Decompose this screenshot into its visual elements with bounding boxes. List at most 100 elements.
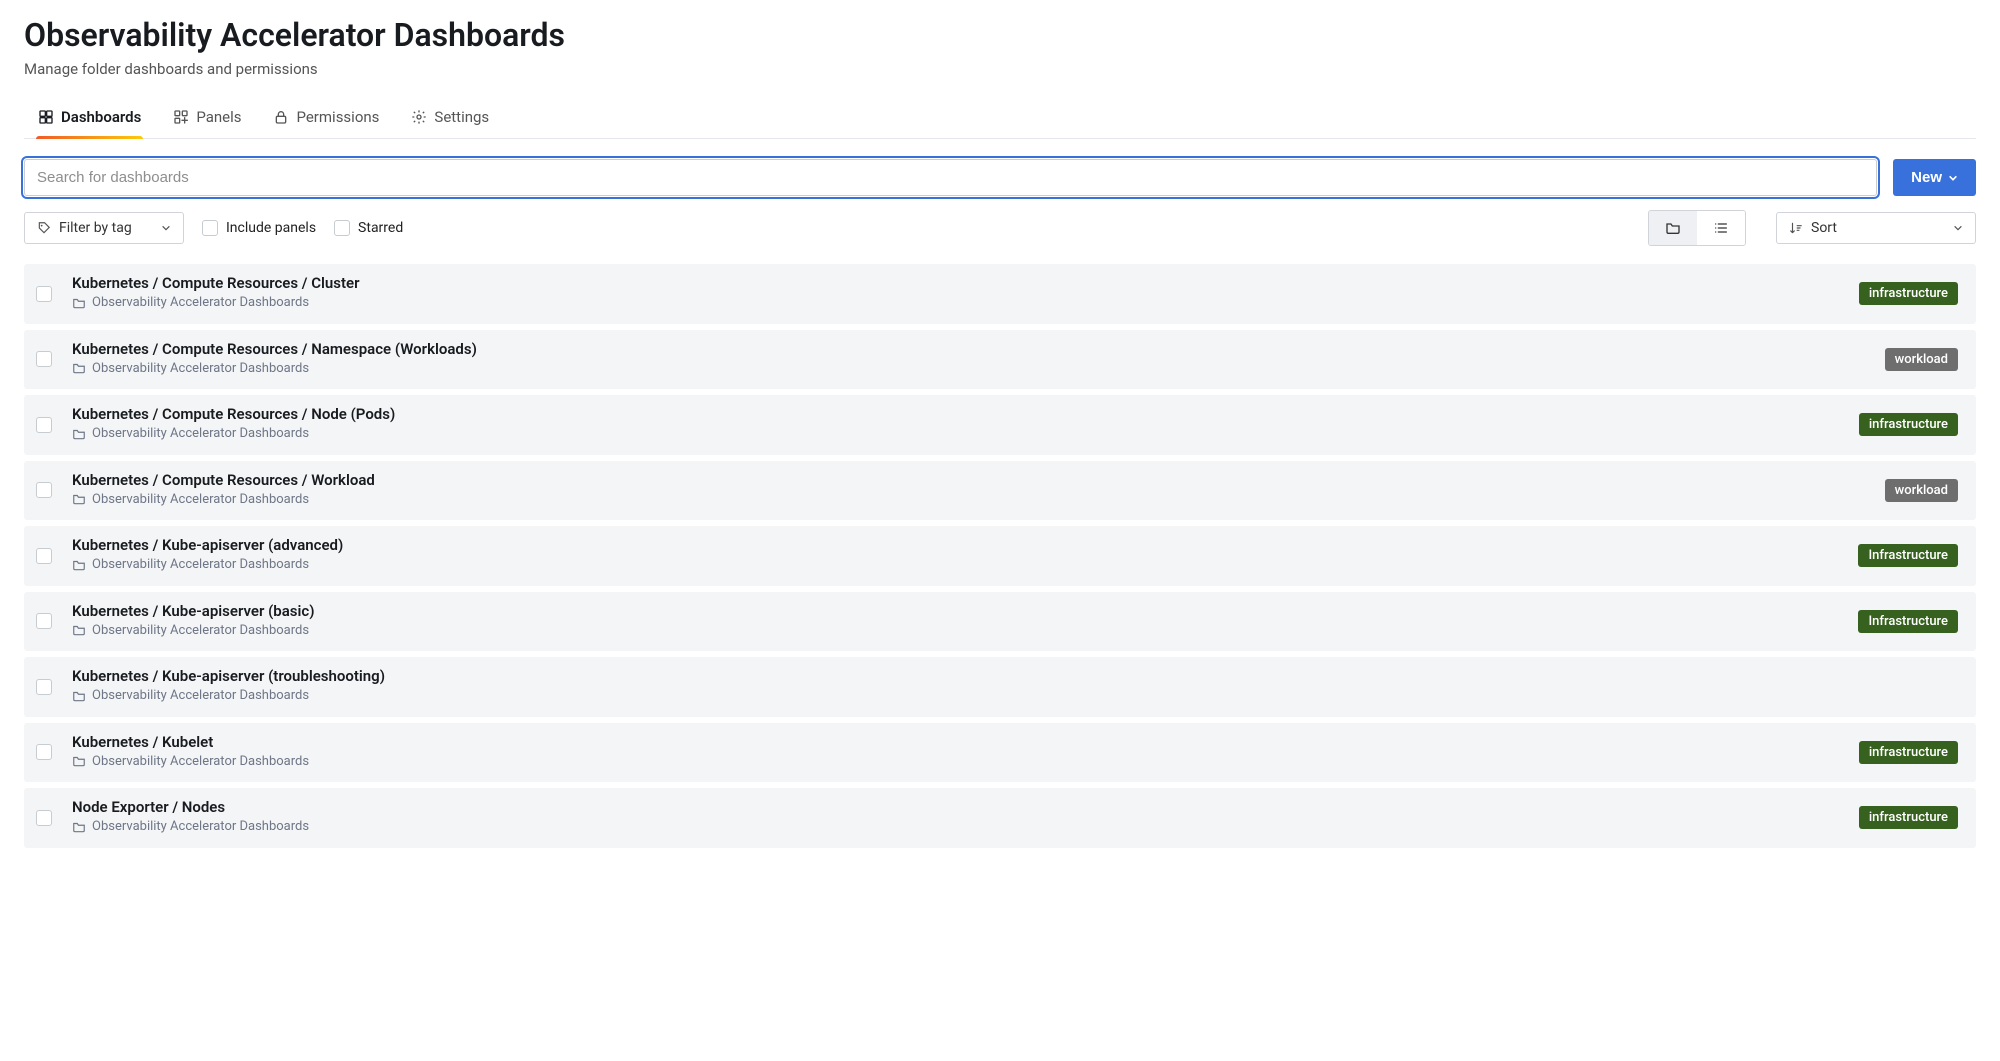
list-icon: [1713, 220, 1729, 236]
row-tags: infrastructure: [1859, 806, 1958, 829]
folder-icon: [72, 623, 86, 637]
dashboard-row[interactable]: Node Exporter / Nodes Observability Accel…: [24, 788, 1976, 848]
checkbox-icon: [202, 220, 218, 236]
folder-name: Observability Accelerator Dashboards: [92, 361, 309, 376]
chevron-down-icon: [1953, 223, 1963, 233]
dashboard-row[interactable]: Kubernetes / Compute Resources / Cluster…: [24, 264, 1976, 324]
row-tags: infrastructure: [1859, 741, 1958, 764]
dashboard-folder[interactable]: Observability Accelerator Dashboards: [72, 361, 309, 376]
tab-label: Panels: [196, 108, 241, 126]
dashboard-row[interactable]: Kubernetes / Kube-apiserver (basic) Obser…: [24, 592, 1976, 652]
row-tags: infrastructure: [1859, 413, 1958, 436]
folder-icon: [72, 754, 86, 768]
row-main: Kubernetes / Kubelet Observability Accele…: [72, 733, 1845, 773]
folder-icon: [72, 492, 86, 506]
dashboard-folder[interactable]: Observability Accelerator Dashboards: [72, 754, 309, 769]
dashboard-row[interactable]: Kubernetes / Kube-apiserver (advanced) Ob…: [24, 526, 1976, 586]
filter-by-tag-dropdown[interactable]: Filter by tag: [24, 212, 184, 244]
search-input[interactable]: [24, 159, 1877, 196]
folder-icon: [72, 361, 86, 375]
folder-icon: [72, 689, 86, 703]
tag-infrastructure[interactable]: infrastructure: [1859, 806, 1958, 829]
dashboard-folder[interactable]: Observability Accelerator Dashboards: [72, 295, 309, 310]
dashboard-title[interactable]: Kubernetes / Kube-apiserver (advanced): [72, 536, 1844, 554]
folder-icon: [72, 558, 86, 572]
folder-name: Observability Accelerator Dashboards: [92, 492, 309, 507]
row-main: Kubernetes / Compute Resources / Workloa…: [72, 471, 1871, 511]
tab-panels[interactable]: Panels: [171, 98, 243, 138]
dashboard-folder[interactable]: Observability Accelerator Dashboards: [72, 623, 309, 638]
dashboard-title[interactable]: Kubernetes / Compute Resources / Namespa…: [72, 340, 1871, 358]
dashboard-folder[interactable]: Observability Accelerator Dashboards: [72, 557, 309, 572]
dashboard-folder[interactable]: Observability Accelerator Dashboards: [72, 426, 309, 441]
dashboard-folder[interactable]: Observability Accelerator Dashboards: [72, 819, 309, 834]
dashboard-folder[interactable]: Observability Accelerator Dashboards: [72, 688, 309, 703]
dashboard-title[interactable]: Kubernetes / Compute Resources / Workloa…: [72, 471, 1871, 489]
row-tags: Infrastructure: [1858, 544, 1958, 567]
row-main: Kubernetes / Kube-apiserver (basic) Obser…: [72, 602, 1844, 642]
dashboard-folder[interactable]: Observability Accelerator Dashboards: [72, 492, 309, 507]
starred-checkbox[interactable]: Starred: [334, 220, 403, 236]
row-checkbox[interactable]: [36, 613, 52, 629]
view-folders-button[interactable]: [1649, 211, 1697, 245]
row-tags: workload: [1885, 348, 1958, 371]
starred-label: Starred: [358, 220, 403, 236]
dashboard-title[interactable]: Kubernetes / Compute Resources / Node (P…: [72, 405, 1845, 423]
folder-name: Observability Accelerator Dashboards: [92, 623, 309, 638]
tag-infrastructure[interactable]: Infrastructure: [1858, 610, 1958, 633]
include-panels-checkbox[interactable]: Include panels: [202, 220, 316, 236]
row-main: Kubernetes / Kube-apiserver (troubleshoo…: [72, 667, 1944, 707]
dashboard-title[interactable]: Kubernetes / Compute Resources / Cluster: [72, 274, 1845, 292]
row-tags: Infrastructure: [1858, 610, 1958, 633]
page-title: Observability Accelerator Dashboards: [24, 16, 1976, 54]
row-checkbox[interactable]: [36, 548, 52, 564]
folder-icon: [1665, 220, 1681, 236]
filter-by-tag-label: Filter by tag: [59, 220, 153, 236]
tab-settings[interactable]: Settings: [409, 98, 491, 138]
tab-label: Dashboards: [61, 108, 141, 126]
checkbox-icon: [334, 220, 350, 236]
tag-workload[interactable]: workload: [1885, 348, 1958, 371]
folder-name: Observability Accelerator Dashboards: [92, 426, 309, 441]
tag-infrastructure[interactable]: infrastructure: [1859, 282, 1958, 305]
folder-name: Observability Accelerator Dashboards: [92, 819, 309, 834]
dashboard-title[interactable]: Node Exporter / Nodes: [72, 798, 1845, 816]
row-checkbox[interactable]: [36, 482, 52, 498]
tag-infrastructure[interactable]: infrastructure: [1859, 413, 1958, 436]
row-tags: workload: [1885, 479, 1958, 502]
row-checkbox[interactable]: [36, 286, 52, 302]
row-main: Kubernetes / Compute Resources / Node (P…: [72, 405, 1845, 445]
row-checkbox[interactable]: [36, 810, 52, 826]
sort-dropdown[interactable]: Sort: [1776, 212, 1976, 244]
panels-icon: [173, 109, 189, 125]
dashboard-row[interactable]: Kubernetes / Kubelet Observability Accele…: [24, 723, 1976, 783]
lock-icon: [273, 109, 289, 125]
tag-infrastructure[interactable]: infrastructure: [1859, 741, 1958, 764]
row-main: Kubernetes / Compute Resources / Cluster…: [72, 274, 1845, 314]
dashboard-title[interactable]: Kubernetes / Kube-apiserver (basic): [72, 602, 1844, 620]
tag-workload[interactable]: workload: [1885, 479, 1958, 502]
dashboard-title[interactable]: Kubernetes / Kubelet: [72, 733, 1845, 751]
tab-permissions[interactable]: Permissions: [271, 98, 381, 138]
dashboard-row[interactable]: Kubernetes / Kube-apiserver (troubleshoo…: [24, 657, 1976, 717]
row-checkbox[interactable]: [36, 744, 52, 760]
folder-name: Observability Accelerator Dashboards: [92, 688, 309, 703]
dashboard-row[interactable]: Kubernetes / Compute Resources / Node (P…: [24, 395, 1976, 455]
row-checkbox[interactable]: [36, 417, 52, 433]
new-button-label: New: [1911, 169, 1942, 186]
view-list-button[interactable]: [1697, 211, 1745, 245]
tag-infrastructure[interactable]: Infrastructure: [1858, 544, 1958, 567]
new-button[interactable]: New: [1893, 159, 1976, 196]
dashboard-row[interactable]: Kubernetes / Compute Resources / Namespa…: [24, 330, 1976, 390]
row-checkbox[interactable]: [36, 351, 52, 367]
tag-icon: [37, 221, 51, 235]
dashboard-row[interactable]: Kubernetes / Compute Resources / Workloa…: [24, 461, 1976, 521]
folder-name: Observability Accelerator Dashboards: [92, 557, 309, 572]
chevron-down-icon: [161, 223, 171, 233]
tab-dashboards[interactable]: Dashboards: [36, 98, 143, 138]
row-checkbox[interactable]: [36, 679, 52, 695]
folder-icon: [72, 820, 86, 834]
folder-icon: [72, 296, 86, 310]
dashboard-title[interactable]: Kubernetes / Kube-apiserver (troubleshoo…: [72, 667, 1944, 685]
include-panels-label: Include panels: [226, 220, 316, 236]
